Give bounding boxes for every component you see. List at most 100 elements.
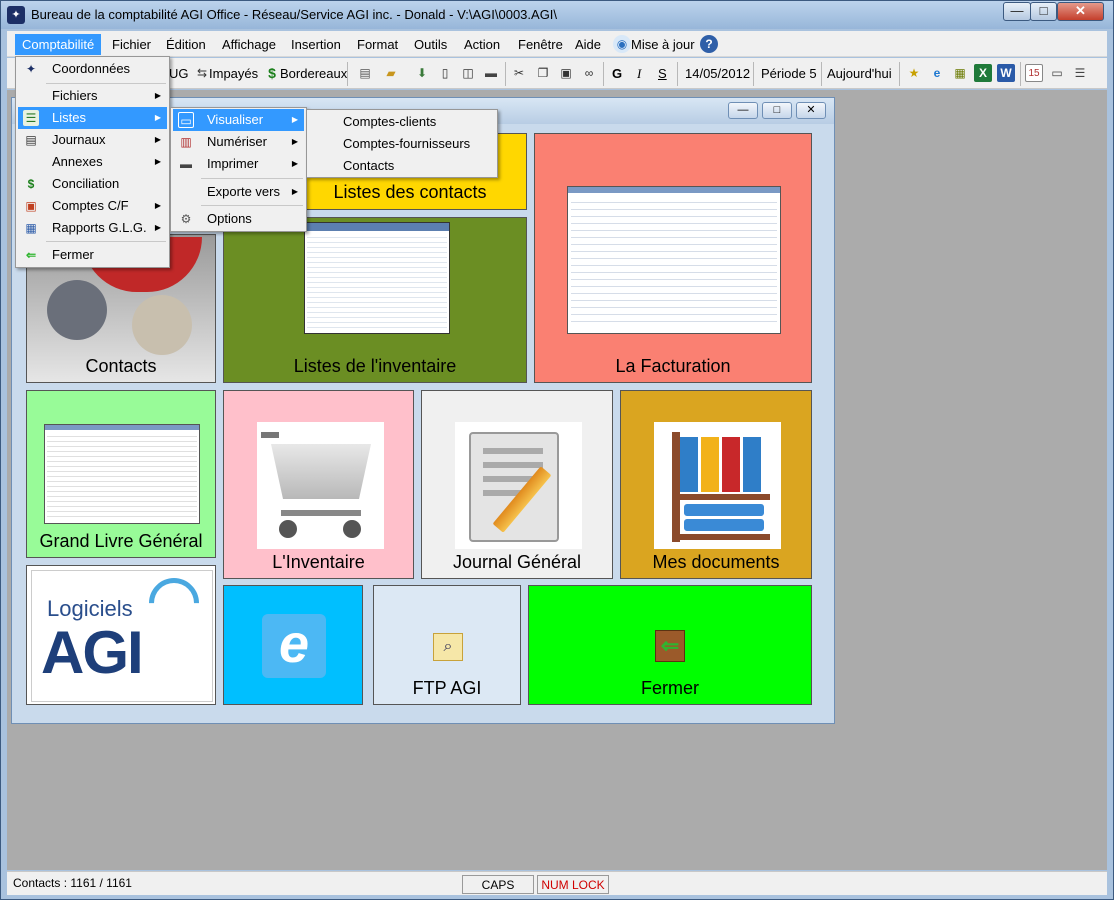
menu-separator [201, 205, 303, 206]
calendar-icon[interactable]: 15 [1025, 64, 1043, 82]
submenu-arrow-icon: ▶ [154, 113, 161, 122]
document-icon[interactable]: ▯ [436, 64, 454, 82]
dashboard-minimize-button[interactable]: — [728, 102, 758, 119]
contacts-molecule-ball [132, 295, 192, 355]
menu-affichage[interactable]: Affichage [215, 34, 283, 55]
calculator-icon[interactable]: ▦ [951, 64, 969, 82]
tile-facturation[interactable]: La Facturation [534, 133, 812, 383]
shopping-cart-icon [257, 422, 384, 549]
menu-item-fermer[interactable]: ⇐ Fermer [18, 244, 167, 266]
download-icon[interactable]: ⬇ [413, 64, 431, 82]
italic-button[interactable]: I [637, 64, 641, 84]
numlock-indicator: NUM LOCK [537, 875, 609, 894]
menu-item-annexes[interactable]: Annexes ▶ [18, 151, 167, 173]
menu-format[interactable]: Format [350, 34, 405, 55]
open-folder-icon[interactable]: ▰ [382, 64, 400, 82]
find-binoculars-icon[interactable]: ∞ [580, 64, 598, 82]
menu-item-comptes-cf[interactable]: ▣ Comptes C/F ▶ [18, 195, 167, 217]
menu-comptabilite[interactable]: Comptabilité [15, 34, 102, 55]
impayes-button[interactable]: Impayés [209, 64, 258, 84]
tile-inventaire[interactable]: L'Inventaire [223, 390, 414, 579]
menu-insertion[interactable]: Insertion [284, 34, 348, 55]
period-display[interactable]: Période 5 [761, 64, 817, 84]
invoice-thumbnail [567, 186, 781, 334]
submenu-arrow-icon: ▶ [291, 137, 298, 146]
tile-grand-livre[interactable]: Grand Livre Général [26, 390, 216, 558]
print-icon[interactable]: ▬ [482, 64, 500, 82]
tile-journal[interactable]: Journal Général [421, 390, 613, 579]
underline-button[interactable]: S [658, 64, 667, 84]
paste-icon[interactable]: ▣ [557, 64, 575, 82]
menu-action[interactable]: Action [457, 34, 507, 55]
menu-separator [46, 241, 166, 242]
tile-documents[interactable]: Mes documents [620, 390, 812, 579]
help-icon[interactable]: ? [700, 35, 718, 53]
menu-item-visualiser[interactable]: ▭ Visualiser ▶ [173, 109, 304, 131]
menu-item-options[interactable]: ⚙ Options [173, 208, 304, 230]
submenu-arrow-icon: ▶ [291, 187, 298, 196]
status-bar: Contacts : 1161 / 1161 CAPS NUM LOCK [7, 871, 1107, 895]
tile-journal-label: Journal Général [452, 552, 582, 572]
window-layout-icon[interactable]: ▭ [1048, 64, 1066, 82]
menu-item-imprimer[interactable]: ▬ Imprimer ▶ [173, 153, 304, 175]
tile-fermer[interactable]: ⇐ Fermer [528, 585, 812, 705]
tile-ftp[interactable]: ⌕ FTP AGI [373, 585, 521, 705]
menu-item-rapports-glg[interactable]: ▦ Rapports G.L.G. ▶ [18, 217, 167, 239]
panel-icon[interactable]: ☰ [1071, 64, 1089, 82]
submenu-arrow-icon: ▶ [154, 91, 161, 100]
menu-item-listes[interactable]: ☰ Listes ▶ [18, 107, 167, 129]
menu-item-contacts[interactable]: Contacts [309, 155, 495, 177]
ledger-thumbnail [44, 424, 200, 524]
menu-item-numeriser[interactable]: ▥ Numériser ▶ [173, 131, 304, 153]
menu-item-exporte-vers[interactable]: Exporte vers ▶ [173, 181, 304, 203]
preview-icon[interactable]: ◫ [459, 64, 477, 82]
menu-item-comptes-fournisseurs[interactable]: Comptes-fournisseurs [309, 133, 495, 155]
menu-item-coordonnees[interactable]: ✦ Coordonnées [18, 58, 167, 80]
accounts-icon: ▣ [25, 199, 37, 213]
submenu-arrow-icon: ▶ [291, 115, 298, 124]
today-button[interactable]: Aujourd'hui [827, 64, 892, 84]
dashboard-maximize-button[interactable]: □ [762, 102, 792, 119]
coordinates-icon: ✦ [25, 62, 37, 76]
word-icon[interactable]: W [997, 64, 1015, 82]
window-title: Bureau de la comptabilité AGI Office - R… [31, 7, 558, 22]
tile-internet-explorer[interactable]: e [223, 585, 363, 705]
cut-icon[interactable]: ✂ [510, 64, 528, 82]
submenu-arrow-icon: ▶ [154, 157, 161, 166]
menu-fenetre[interactable]: Fenêtre [511, 34, 570, 55]
tile-listes-inventaire[interactable]: Listes de l'inventaire [223, 217, 527, 383]
copy-icon[interactable]: ❐ [534, 64, 552, 82]
maximize-button[interactable]: □ [1030, 2, 1057, 21]
tile-agi-logo[interactable]: Logiciels AGI [26, 565, 216, 705]
menu-item-fichiers[interactable]: Fichiers ▶ [18, 85, 167, 107]
close-button[interactable]: ✕ [1057, 2, 1104, 21]
menu-fichier[interactable]: Fichier [105, 34, 158, 55]
internet-explorer-icon[interactable]: e [928, 64, 946, 82]
menu-mise-a-jour[interactable]: Mise à jour [624, 34, 702, 55]
internet-explorer-icon: e [262, 614, 326, 678]
menu-separator [201, 178, 303, 179]
menu-item-journaux[interactable]: ▤ Journaux ▶ [18, 129, 167, 151]
dashboard-close-button[interactable]: ✕ [796, 102, 826, 119]
tile-contacts-label: Contacts [85, 356, 157, 376]
favorites-star-icon[interactable]: ★ [905, 64, 923, 82]
lists-icon: ☰ [23, 110, 39, 126]
submenu-arrow-icon: ▶ [154, 201, 161, 210]
menu-item-comptes-clients[interactable]: Comptes-clients [309, 111, 495, 133]
tile-ftp-label: FTP AGI [412, 678, 482, 698]
minimize-button[interactable]: — [1003, 2, 1031, 21]
new-document-icon[interactable]: ▤ [356, 64, 374, 82]
bold-button[interactable]: G [612, 64, 622, 84]
date-display[interactable]: 14/05/2012 [685, 64, 750, 84]
menu-aide[interactable]: Aide [568, 34, 608, 55]
exit-door-icon: ⇐ [655, 630, 685, 662]
app-logo-icon[interactable]: ✦ [7, 6, 25, 24]
glg-button-partial[interactable]: UG [169, 64, 189, 84]
excel-icon[interactable]: X [974, 64, 992, 82]
menu-edition[interactable]: Édition [159, 34, 213, 55]
visualiser-submenu: Comptes-clients Comptes-fournisseurs Con… [306, 109, 498, 178]
menu-item-conciliation[interactable]: $ Conciliation [18, 173, 167, 195]
toolbar-separator [1020, 62, 1021, 86]
menu-outils[interactable]: Outils [407, 34, 454, 55]
bordereaux-button[interactable]: Bordereaux [280, 64, 347, 84]
